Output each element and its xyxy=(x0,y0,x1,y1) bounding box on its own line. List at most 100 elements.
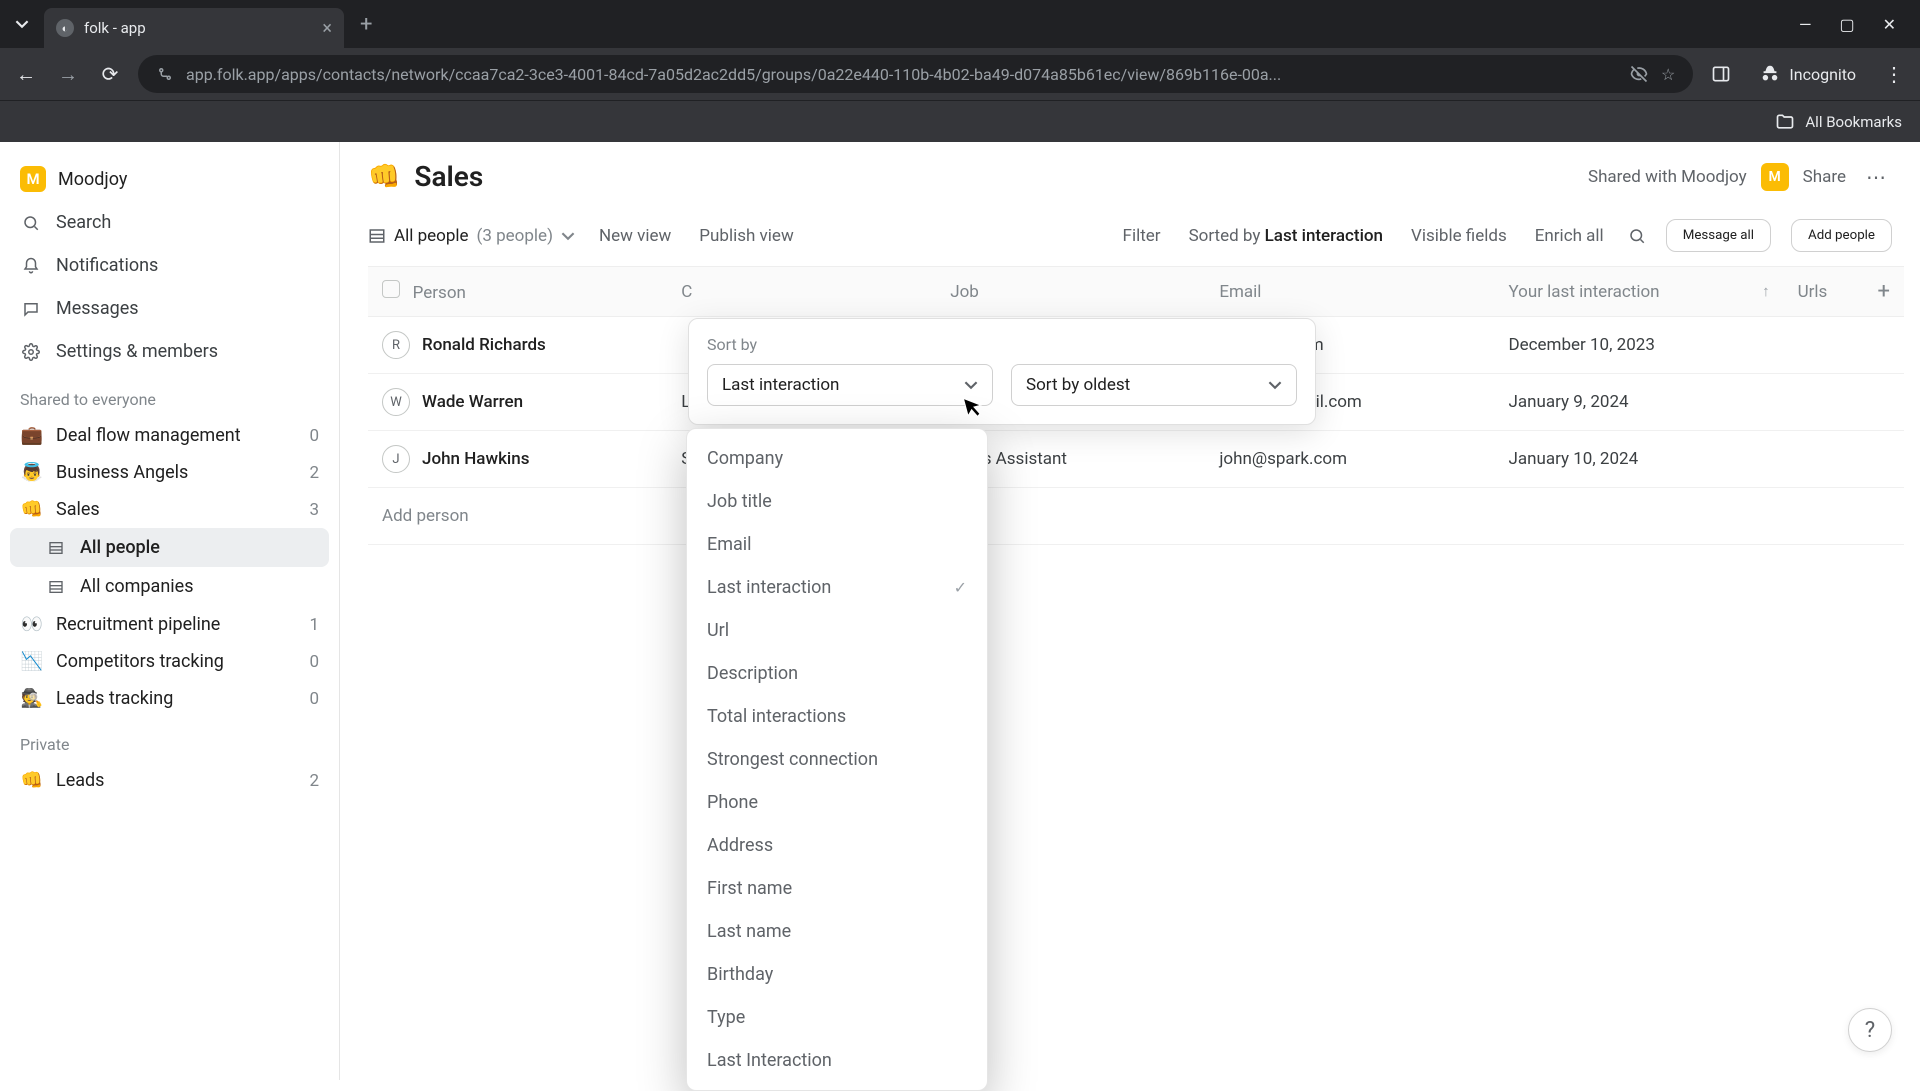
subview-label: All companies xyxy=(80,576,193,597)
sort-option[interactable]: Last name xyxy=(687,910,987,953)
sidebar-group[interactable]: 👊 Leads 2 xyxy=(10,762,329,799)
incognito-badge[interactable]: Incognito xyxy=(1749,63,1866,85)
col-urls[interactable]: Urls xyxy=(1798,282,1828,302)
group-count: 0 xyxy=(309,652,319,672)
sidebar-subview[interactable]: All people xyxy=(10,528,329,567)
col-email[interactable]: Email xyxy=(1219,282,1261,302)
group-label: Leads xyxy=(56,770,104,791)
new-view-button[interactable]: New view xyxy=(595,220,675,252)
table-icon xyxy=(48,579,68,595)
eye-off-icon[interactable] xyxy=(1629,64,1649,84)
select-all-checkbox[interactable] xyxy=(382,280,400,298)
filter-button[interactable]: Filter xyxy=(1119,220,1165,252)
nav-forward-icon[interactable]: → xyxy=(54,60,82,88)
shared-with-label[interactable]: Shared with Moodjoy xyxy=(1588,167,1747,187)
table-row[interactable]: J John Hawkins Spark App +1 Sales Assist… xyxy=(368,431,1904,488)
cell-urls[interactable] xyxy=(1784,374,1864,431)
sidebar-group[interactable]: 🕵️ Leads tracking 0 xyxy=(10,680,329,717)
nav-notifications[interactable]: Notifications xyxy=(10,245,329,286)
sort-option[interactable]: Phone xyxy=(687,781,987,824)
sort-option[interactable]: Job title xyxy=(687,480,987,523)
cell-last-interaction[interactable]: January 10, 2024 xyxy=(1494,431,1783,488)
col-company[interactable]: C xyxy=(681,282,692,302)
incognito-label: Incognito xyxy=(1789,65,1856,84)
sort-option[interactable]: Birthday xyxy=(687,953,987,996)
sort-option-label: Last interaction xyxy=(707,577,831,598)
bookmark-star-icon[interactable]: ☆ xyxy=(1661,65,1675,84)
section-shared-label: Shared to everyone xyxy=(10,374,329,415)
window-minimize-icon[interactable]: — xyxy=(1799,15,1812,34)
side-panel-icon[interactable] xyxy=(1707,60,1735,88)
add-column-button[interactable]: + xyxy=(1863,267,1904,317)
sort-field-select[interactable]: Last interaction xyxy=(707,364,993,406)
window-close-icon[interactable]: ✕ xyxy=(1883,15,1896,34)
add-person-button[interactable]: Add person xyxy=(368,488,1904,545)
sort-option[interactable]: Total interactions xyxy=(687,695,987,738)
check-icon: ✓ xyxy=(954,578,967,597)
col-job[interactable]: Job xyxy=(950,282,979,302)
nav-settings[interactable]: Settings & members xyxy=(10,331,329,372)
sidebar-group[interactable]: 📉 Competitors tracking 0 xyxy=(10,643,329,680)
main-content: 👊 Sales Shared with Moodjoy M Share ⋯ Al… xyxy=(340,142,1920,1080)
share-button[interactable]: Share xyxy=(1803,167,1846,187)
help-button[interactable]: ? xyxy=(1848,1008,1892,1052)
site-info-icon[interactable] xyxy=(156,65,174,83)
new-tab-button[interactable]: + xyxy=(352,12,380,37)
nav-search[interactable]: Search xyxy=(10,202,329,243)
sort-option[interactable]: Description xyxy=(687,652,987,695)
sort-option[interactable]: Company xyxy=(687,437,987,480)
sidebar-group[interactable]: 👀 Recruitment pipeline 1 xyxy=(10,606,329,643)
enrich-all-button[interactable]: Enrich all xyxy=(1531,220,1608,252)
cell-email[interactable]: john@spark.com xyxy=(1205,431,1494,488)
col-person[interactable]: Person xyxy=(413,283,466,303)
sort-option[interactable]: Email xyxy=(687,523,987,566)
cell-urls[interactable] xyxy=(1784,317,1864,374)
shared-avatar[interactable]: M xyxy=(1761,163,1789,191)
sidebar-group[interactable]: 👊 Sales 3 xyxy=(10,491,329,528)
sidebar-group[interactable]: 👼 Business Angels 2 xyxy=(10,454,329,491)
url-field[interactable]: app.folk.app/apps/contacts/network/ccaa7… xyxy=(138,55,1693,93)
workspace-switcher[interactable]: M Moodjoy xyxy=(10,158,329,200)
browser-address-bar: ← → ⟳ app.folk.app/apps/contacts/network… xyxy=(0,48,1920,100)
sort-by-label: Sort by xyxy=(707,335,1297,354)
nav-reload-icon[interactable]: ⟳ xyxy=(96,60,124,88)
view-selector[interactable]: All people (3 people) xyxy=(368,226,575,246)
publish-view-button[interactable]: Publish view xyxy=(695,220,797,252)
sort-option-label: Last Interaction xyxy=(707,1050,832,1071)
message-all-button[interactable]: Message all xyxy=(1666,219,1771,252)
cell-last-interaction[interactable]: December 10, 2023 xyxy=(1494,317,1783,374)
browser-menu-icon[interactable]: ⋮ xyxy=(1880,60,1908,88)
browser-tab[interactable]: ◐ folk - app × xyxy=(44,8,344,48)
sort-option[interactable]: Strongest connection xyxy=(687,738,987,781)
nav-messages[interactable]: Messages xyxy=(10,288,329,329)
sidebar-subview[interactable]: All companies xyxy=(10,567,329,606)
sort-option[interactable]: Type xyxy=(687,996,987,1039)
col-last-interaction[interactable]: Your last interaction xyxy=(1508,282,1659,302)
tab-list-dropdown[interactable] xyxy=(8,10,36,38)
nav-back-icon[interactable]: ← xyxy=(12,60,40,88)
bookmarks-folder-icon[interactable] xyxy=(1775,112,1795,132)
group-count: 2 xyxy=(309,771,319,791)
sort-option[interactable]: Address xyxy=(687,824,987,867)
sort-option[interactable]: Last Interaction xyxy=(687,1039,987,1082)
sort-button[interactable]: Sorted by Last interaction xyxy=(1185,220,1387,252)
sort-order-select[interactable]: Sort by oldest xyxy=(1011,364,1297,406)
all-bookmarks-link[interactable]: All Bookmarks xyxy=(1805,113,1902,131)
sort-option[interactable]: Url xyxy=(687,609,987,652)
group-emoji: 💼 xyxy=(20,425,44,446)
sort-option[interactable]: Last interaction ✓ xyxy=(687,566,987,609)
section-private-label: Private xyxy=(10,719,329,760)
close-tab-icon[interactable]: × xyxy=(322,18,332,39)
person-avatar: R xyxy=(382,331,410,359)
sort-asc-icon[interactable]: ↑ xyxy=(1762,282,1770,300)
sort-option[interactable]: First name xyxy=(687,867,987,910)
visible-fields-button[interactable]: Visible fields xyxy=(1407,220,1511,252)
table-search-icon[interactable] xyxy=(1628,227,1646,245)
cell-urls[interactable] xyxy=(1784,431,1864,488)
sidebar-group[interactable]: 💼 Deal flow management 0 xyxy=(10,417,329,454)
add-people-button[interactable]: Add people xyxy=(1791,219,1892,252)
window-maximize-icon[interactable]: ▢ xyxy=(1839,15,1854,34)
page-more-icon[interactable]: ⋯ xyxy=(1860,165,1892,189)
person-avatar: W xyxy=(382,388,410,416)
cell-last-interaction[interactable]: January 9, 2024 xyxy=(1494,374,1783,431)
